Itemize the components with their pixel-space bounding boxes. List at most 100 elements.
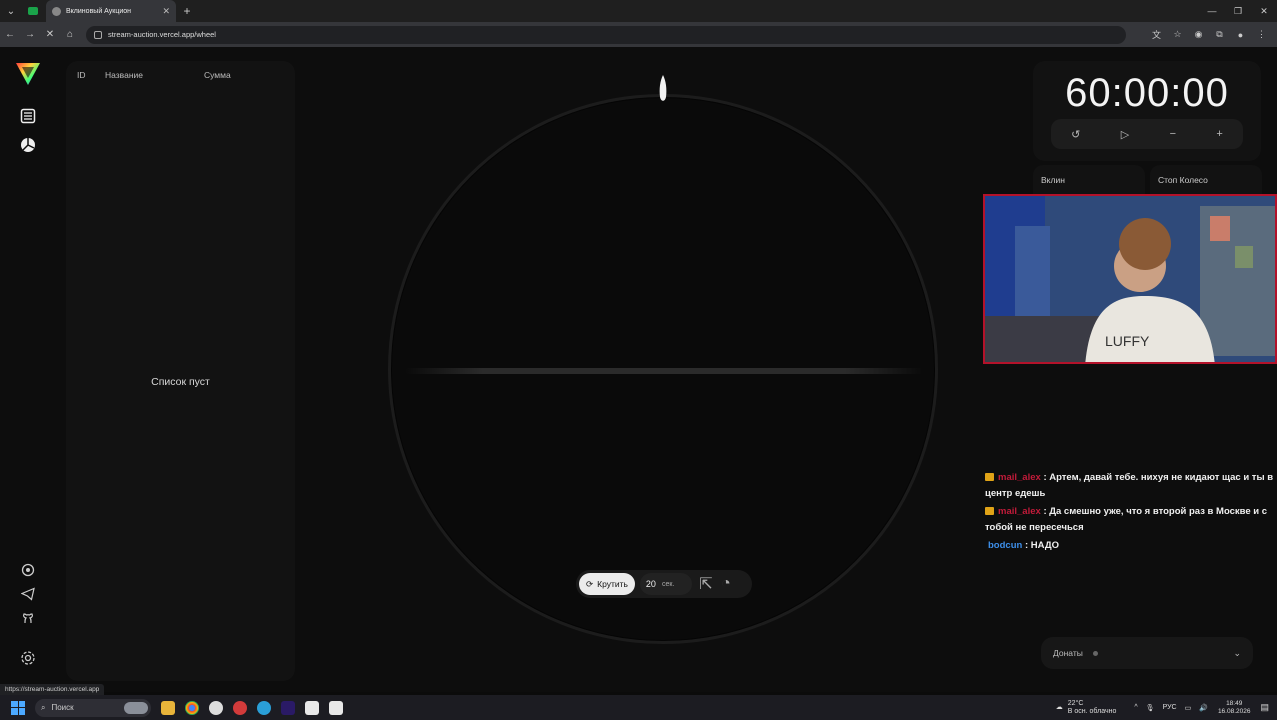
file-explorer-icon[interactable] <box>161 700 175 715</box>
telegram-taskbar-icon[interactable] <box>257 700 271 715</box>
close-window-button[interactable]: ✕ <box>1251 0 1277 22</box>
taskbar-search-label: Поиск <box>51 703 74 712</box>
crown-badge-icon <box>985 507 994 515</box>
home-button[interactable]: ⌂ <box>60 29 80 40</box>
weather-widget[interactable]: ☁ 22°C В осн. облачно <box>1056 700 1117 716</box>
volume-icon[interactable]: 🔊 <box>1199 704 1208 712</box>
tab-favicon-icon <box>52 6 61 16</box>
donation-icon[interactable] <box>19 561 37 579</box>
column-header-id[interactable]: ID <box>77 70 86 80</box>
vklin-label: Вклин <box>1041 175 1065 185</box>
timer-display: 60:00:00 <box>1033 71 1261 116</box>
palette-icon[interactable]: ◔ <box>720 575 732 592</box>
wheel-pie-icon[interactable] <box>19 136 37 154</box>
cloud-icon: ☁ <box>1055 703 1063 711</box>
donations-dropdown[interactable]: Донаты ⌄ <box>1041 637 1253 669</box>
refresh-icon: ⟳ <box>586 578 594 589</box>
timer-play-icon[interactable]: ▷ <box>1121 128 1129 141</box>
minimize-button[interactable]: — <box>1199 0 1225 22</box>
timer-seconds: 00 <box>1182 71 1229 115</box>
duration-input[interactable]: 20 сек. <box>639 573 692 595</box>
obs-icon[interactable] <box>305 700 319 715</box>
duration-value[interactable]: 20 <box>646 579 656 589</box>
timer-plus-icon[interactable]: + <box>1216 128 1222 140</box>
column-header-name[interactable]: Название <box>105 70 143 80</box>
extension-icon[interactable]: ◉ <box>1193 29 1204 40</box>
browser-tab-bar: ⌄ Вклиновый Аукцион ✕ + — ❐ ✕ <box>0 0 1277 22</box>
status-dot-icon <box>1092 650 1098 656</box>
search-icon: ⌕ <box>41 702 46 712</box>
share-icon[interactable]: ⇱ <box>699 576 712 593</box>
clock-date: 16.08.2026 <box>1217 707 1251 715</box>
tray-expand-icon[interactable]: ^ <box>1134 704 1137 711</box>
column-header-sum[interactable]: Сумма <box>204 70 231 80</box>
timer-minus-icon[interactable]: − <box>1170 128 1176 140</box>
tab-close-icon[interactable]: ✕ <box>162 6 170 17</box>
address-bar-row: ← → ✕ ⌂ stream-auction.vercel.app/wheel … <box>0 22 1277 47</box>
wheel-pointer-icon <box>659 75 667 101</box>
app-icon-red[interactable] <box>233 700 247 715</box>
active-tab[interactable]: Вклиновый Аукцион ✕ <box>46 0 176 22</box>
list-view-icon[interactable] <box>19 107 37 125</box>
obs-icon-2[interactable] <box>329 700 343 715</box>
status-bar-url: https://stream-auction.vercel.app <box>0 684 105 695</box>
spin-label: Крутить <box>597 579 628 589</box>
profile-avatar-icon[interactable]: ● <box>1235 29 1246 40</box>
chat-username: bodcun <box>988 540 1023 551</box>
chrome-icon[interactable] <box>185 700 199 715</box>
forward-button[interactable]: → <box>20 29 40 40</box>
notifications-icon[interactable]: ▤ <box>1260 702 1269 713</box>
github-icon[interactable] <box>19 609 37 627</box>
timer-sep-1: : <box>1111 71 1124 115</box>
translate-icon[interactable]: 文 <box>1151 29 1162 40</box>
timer-buttons: ↺ ▷ − + <box>1051 119 1243 149</box>
search-highlight-image <box>124 701 148 714</box>
chat-message: mail_alex : Артем, давай тебе. нихуя не … <box>985 470 1277 502</box>
language-indicator[interactable]: РУС <box>1163 704 1177 711</box>
tab-search-button[interactable]: ⌄ <box>0 0 22 22</box>
pinned-tab[interactable] <box>22 0 44 22</box>
wheel-controls: ⟳ Крутить 20 сек. ⇱ ◔ <box>576 570 752 598</box>
browser-menu-icon[interactable]: ⋮ <box>1256 29 1267 40</box>
stop-loading-button[interactable]: ✕ <box>40 29 60 40</box>
telegram-icon[interactable] <box>19 585 37 603</box>
bookmark-star-icon[interactable]: ☆ <box>1172 29 1183 40</box>
webcam-image: LUFFY <box>985 196 1275 362</box>
music-app-icon[interactable] <box>209 700 223 715</box>
url-field[interactable]: stream-auction.vercel.app/wheel <box>86 25 1126 44</box>
settings-gear-icon[interactable] <box>19 649 37 667</box>
timer-hours: 60 <box>1065 71 1112 115</box>
chat-overlay: mail_alex : Артем, давай тебе. нихуя не … <box>985 470 1277 556</box>
crown-badge-icon <box>985 473 994 481</box>
site-info-icon[interactable] <box>94 30 102 39</box>
premiere-icon[interactable] <box>281 700 295 715</box>
chat-message: bodcun : НАДО <box>985 538 1277 554</box>
empty-list-text: Список пуст <box>151 376 210 388</box>
chevron-down-icon: ⌄ <box>1233 647 1241 658</box>
chat-username: mail_alex <box>998 472 1041 483</box>
timer-reset-icon[interactable]: ↺ <box>1071 128 1080 141</box>
maximize-button[interactable]: ❐ <box>1225 0 1251 22</box>
app-logo-icon[interactable] <box>16 63 40 85</box>
taskbar-search[interactable]: ⌕ Поиск <box>35 698 151 717</box>
tab-title: Вклиновый Аукцион <box>66 7 131 15</box>
taskbar-clock[interactable]: 18:49 16.08.2026 <box>1218 700 1251 716</box>
window-controls: — ❐ ✕ <box>1199 0 1277 22</box>
timer-sep-2: : <box>1170 71 1183 115</box>
system-tray: ^ 🎙 РУС ▭ 🔊 <box>1134 704 1208 712</box>
new-tab-button[interactable]: + <box>176 4 198 18</box>
stop-wheel-label: Стоп Колесо <box>1158 175 1208 185</box>
url-text: stream-auction.vercel.app/wheel <box>108 30 216 39</box>
extensions-puzzle-icon[interactable]: ⧉ <box>1214 29 1225 40</box>
svg-text:LUFFY: LUFFY <box>1105 333 1150 349</box>
spin-button[interactable]: ⟳ Крутить <box>579 573 635 595</box>
weather-temp: 22°C <box>1067 699 1084 707</box>
windows-start-icon[interactable] <box>11 700 25 715</box>
app-main: ID Название Сумма Список пуст ⟳ Крутить … <box>0 47 1277 692</box>
wheel-divider <box>405 368 923 374</box>
network-icon[interactable]: ▭ <box>1185 704 1192 712</box>
microphone-icon[interactable]: 🎙 <box>1146 704 1155 712</box>
back-button[interactable]: ← <box>0 29 20 40</box>
lots-list-panel: ID Название Сумма Список пуст <box>66 61 295 681</box>
timer-card: 60:00:00 ↺ ▷ − + <box>1033 61 1261 161</box>
